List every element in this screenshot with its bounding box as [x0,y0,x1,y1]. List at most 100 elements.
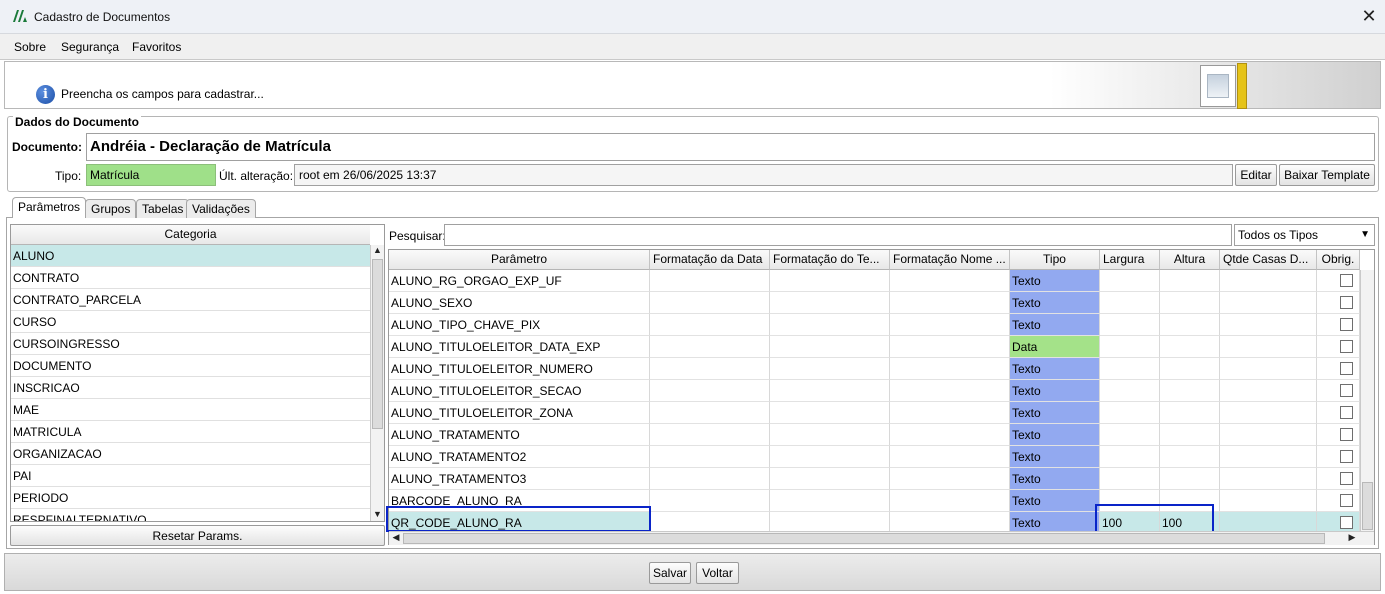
list-item[interactable]: MAE [11,399,370,421]
cell-formatacao-data[interactable] [650,270,770,292]
cell-qtde-casas[interactable] [1220,446,1317,468]
list-item[interactable]: CONTRATO [11,267,370,289]
params-scrollbar[interactable] [1360,270,1374,532]
params-hscrollbar[interactable]: ◀ ▶ [389,531,1374,545]
obrig-checkbox[interactable] [1340,406,1353,419]
categoria-header[interactable]: Categoria [11,225,370,245]
close-icon[interactable]: ✕ [1358,4,1380,28]
cell-altura[interactable] [1160,402,1220,424]
cell-qtde-casas[interactable] [1220,358,1317,380]
obrig-checkbox[interactable] [1340,428,1353,441]
cell-qtde-casas[interactable] [1220,270,1317,292]
cell-formatacao-data[interactable] [650,380,770,402]
cell-altura[interactable] [1160,314,1220,336]
cell-tipo[interactable]: Texto [1010,446,1100,468]
hscroll-thumb[interactable] [403,533,1325,544]
cell-formatacao-nome[interactable] [890,358,1010,380]
cell-largura[interactable] [1100,424,1160,446]
cell-formatacao-texto[interactable] [770,446,890,468]
scroll-up-icon[interactable]: ▲ [371,245,384,257]
menu-sobre[interactable]: Sobre [14,40,46,54]
cell-largura[interactable] [1100,468,1160,490]
scroll-thumb[interactable] [1362,482,1373,530]
cell-altura[interactable] [1160,380,1220,402]
menu-seguranca[interactable]: Segurança [61,40,119,54]
scroll-down-icon[interactable]: ▼ [371,509,384,521]
list-item[interactable]: CONTRATO_PARCELA [11,289,370,311]
cell-altura[interactable] [1160,358,1220,380]
cell-formatacao-texto[interactable] [770,270,890,292]
list-item[interactable]: CURSO [11,311,370,333]
cell-tipo[interactable]: Texto [1010,314,1100,336]
cell-formatacao-data[interactable] [650,424,770,446]
cell-formatacao-nome[interactable] [890,446,1010,468]
salvar-button[interactable]: Salvar [649,562,691,584]
col-obrig[interactable]: Obrig. [1317,250,1360,270]
table-row[interactable]: ALUNO_TITULOELEITOR_ZONA Texto [389,402,1360,424]
cell-qtde-casas[interactable] [1220,336,1317,358]
cell-formatacao-texto[interactable] [770,380,890,402]
cell-tipo[interactable]: Texto [1010,490,1100,512]
col-qtde-casas[interactable]: Qtde Casas D... [1220,250,1317,270]
obrig-checkbox[interactable] [1340,450,1353,463]
cell-formatacao-texto[interactable] [770,358,890,380]
cell-largura[interactable] [1100,380,1160,402]
col-formatacao-texto[interactable]: Formatação do Te... [770,250,890,270]
cell-formatacao-nome[interactable] [890,314,1010,336]
documento-input[interactable]: Andréia - Declaração de Matrícula [86,133,1375,161]
voltar-button[interactable]: Voltar [696,562,739,584]
editar-button[interactable]: Editar [1235,164,1277,186]
list-item[interactable]: INSCRICAO [11,377,370,399]
cell-largura[interactable] [1100,358,1160,380]
cell-formatacao-texto[interactable] [770,314,890,336]
cell-altura[interactable] [1160,270,1220,292]
cell-formatacao-nome[interactable] [890,490,1010,512]
scroll-right-icon[interactable]: ▶ [1347,532,1357,545]
cell-formatacao-data[interactable] [650,358,770,380]
obrig-checkbox[interactable] [1340,494,1353,507]
cell-tipo[interactable]: Data [1010,336,1100,358]
list-item[interactable]: MATRICULA [11,421,370,443]
cell-tipo[interactable]: Texto [1010,380,1100,402]
list-item[interactable]: RESPFINALTERNATIVO [11,509,370,521]
table-row[interactable]: ALUNO_TRATAMENTO3 Texto [389,468,1360,490]
cell-formatacao-data[interactable] [650,292,770,314]
cell-formatacao-texto[interactable] [770,336,890,358]
cell-tipo[interactable]: Texto [1010,292,1100,314]
list-item[interactable]: PERIODO [11,487,370,509]
cell-formatacao-data[interactable] [650,402,770,424]
scroll-thumb[interactable] [372,259,383,429]
cell-qtde-casas[interactable] [1220,402,1317,424]
tab-validacoes[interactable]: Validações [186,199,256,218]
cell-largura[interactable] [1100,270,1160,292]
col-largura[interactable]: Largura [1100,250,1160,270]
table-row[interactable]: ALUNO_TITULOELEITOR_NUMERO Texto [389,358,1360,380]
table-row[interactable]: ALUNO_TRATAMENTO Texto [389,424,1360,446]
table-row[interactable]: ALUNO_RG_ORGAO_EXP_UF Texto [389,270,1360,292]
obrig-checkbox[interactable] [1340,296,1353,309]
cell-largura[interactable] [1100,292,1160,314]
menu-favoritos[interactable]: Favoritos [132,40,181,54]
cell-formatacao-texto[interactable] [770,292,890,314]
cell-formatacao-data[interactable] [650,336,770,358]
obrig-checkbox[interactable] [1340,340,1353,353]
search-input[interactable] [444,224,1232,246]
cell-formatacao-data[interactable] [650,446,770,468]
list-item[interactable]: DOCUMENTO [11,355,370,377]
cell-formatacao-texto[interactable] [770,490,890,512]
table-row[interactable]: ALUNO_TRATAMENTO2 Texto [389,446,1360,468]
cell-tipo[interactable]: Texto [1010,402,1100,424]
baixar-template-button[interactable]: Baixar Template [1279,164,1375,186]
col-formatacao-data[interactable]: Formatação da Data [650,250,770,270]
obrig-checkbox[interactable] [1340,516,1353,529]
list-item[interactable]: PAI [11,465,370,487]
resetar-params-button[interactable]: Resetar Params. [10,525,385,546]
cell-altura[interactable] [1160,424,1220,446]
table-row[interactable]: ALUNO_TITULOELEITOR_DATA_EXP Data [389,336,1360,358]
cell-formatacao-texto[interactable] [770,468,890,490]
table-row[interactable]: ALUNO_SEXO Texto [389,292,1360,314]
cell-formatacao-nome[interactable] [890,468,1010,490]
cell-formatacao-texto[interactable] [770,424,890,446]
cell-formatacao-data[interactable] [650,490,770,512]
obrig-checkbox[interactable] [1340,274,1353,287]
